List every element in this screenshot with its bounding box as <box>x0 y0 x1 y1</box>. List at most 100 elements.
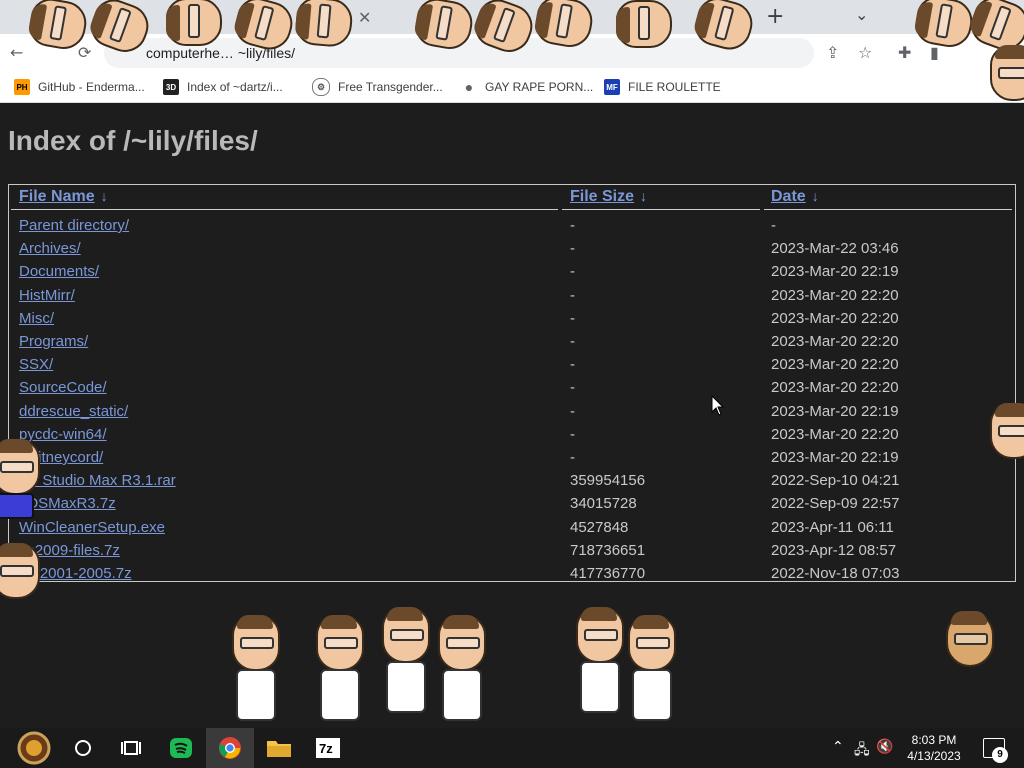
bookmark-star-icon[interactable]: ☆ <box>858 43 872 62</box>
bookmark-free-transgender[interactable]: ⚙ Free Transgender... <box>312 78 443 96</box>
file-name-header[interactable]: File Name ↓ <box>19 188 115 210</box>
bill-gates-head-icon <box>0 543 40 599</box>
table-row: Parent directory/ - - <box>9 214 1015 237</box>
header-divider <box>11 209 558 210</box>
bookmark-label: Free Transgender... <box>338 80 443 94</box>
file-name-link[interactable]: Parent directory/ <box>19 217 129 234</box>
file-listing-table: File Name ↓ File Size ↓ Date ↓ Parent direc… <box>8 184 1016 582</box>
date-header-label[interactable]: Date <box>771 188 806 205</box>
file-size: - <box>570 240 575 258</box>
spotify-taskbar-button[interactable] <box>157 728 205 768</box>
bookmark-github[interactable]: PH GitHub - Enderma... <box>14 78 145 96</box>
index-favicon-icon: 3D <box>163 79 179 95</box>
file-date: 2023-Mar-20 22:20 <box>771 333 899 350</box>
bookmark-file-roulette[interactable]: MF FILE ROULETTE <box>604 78 721 96</box>
file-name-link[interactable]: SSX/ <box>19 356 53 373</box>
bookmarks-bar: PH GitHub - Enderma... 3D Index of ~dart… <box>0 72 1024 103</box>
table-row: Archives/ - 2023-Mar-22 03:46 <box>9 237 1015 260</box>
file-name-link[interactable]: 3D Studio Max R3.1.rar <box>19 472 176 489</box>
file-size: - <box>570 333 575 350</box>
bookmark-gay-rape[interactable]: ● GAY RAPE PORN... <box>461 78 593 96</box>
bill-gates-head-icon <box>166 0 222 46</box>
extensions-icon[interactable]: ✚ <box>898 43 911 62</box>
hamster-icon <box>946 611 994 667</box>
file-date: 2023-Apr-11 06:11 <box>771 518 894 536</box>
table-row: xp2009-files.7z 718736651 2023-Apr-12 08:5… <box>9 539 1015 562</box>
side-panel-icon[interactable]: ▮ <box>930 43 939 62</box>
task-view-icon <box>121 741 141 755</box>
bill-gates-head-icon <box>616 0 672 48</box>
file-size: - <box>570 402 575 420</box>
file-size: - <box>570 286 575 304</box>
volume-muted-icon[interactable]: 🔇 <box>876 739 893 755</box>
file-date: 2023-Mar-20 22:20 <box>771 309 899 327</box>
table-row: 3DSMaxR3.7z 34015728 2022-Sep-09 22:57 <box>9 492 1015 515</box>
bookmark-index-dartz[interactable]: 3D Index of ~dartz/i... <box>163 78 283 96</box>
file-name-link[interactable]: Documents/ <box>19 263 99 280</box>
mediafire-favicon-icon: MF <box>604 79 620 95</box>
file-date: 2023-Mar-20 22:20 <box>771 425 899 443</box>
search-button[interactable] <box>59 728 107 768</box>
svg-text:7z: 7z <box>319 741 333 756</box>
table-row: 3D Studio Max R3.1.rar 359954156 2022-Sep-… <box>9 469 1015 492</box>
file-size: 34015728 <box>570 495 637 513</box>
file-name-link[interactable]: Archives/ <box>19 240 81 257</box>
file-name-link[interactable]: WinCleanerSetup.exe <box>19 519 165 536</box>
file-size-header-label[interactable]: File Size <box>570 188 634 205</box>
bill-gates-head-icon <box>990 403 1024 459</box>
clock[interactable]: 8:03 PM 4/13/2023 <box>902 732 966 764</box>
table-row: WinCleanerSetup.exe 4527848 2023-Apr-11 06… <box>9 516 1015 539</box>
file-size-header[interactable]: File Size ↓ <box>570 188 654 210</box>
table-row: SourceCode/ - 2023-Mar-20 22:20 <box>9 376 1015 399</box>
show-hidden-icons-icon[interactable]: ⌃ <box>832 739 844 755</box>
file-size: - <box>570 217 575 234</box>
new-tab-button[interactable]: + <box>766 4 784 29</box>
pornhub-favicon-icon: PH <box>14 79 30 95</box>
chrome-taskbar-button[interactable] <box>206 728 254 768</box>
task-view-button[interactable] <box>107 728 155 768</box>
start-button[interactable] <box>10 728 58 768</box>
file-size: - <box>570 379 575 397</box>
tab-close-icon[interactable]: ✕ <box>358 8 371 27</box>
sort-arrow-icon: ↓ <box>640 188 648 204</box>
file-date: 2022-Sep-10 04:21 <box>771 472 900 490</box>
back-icon[interactable]: ← <box>10 43 23 62</box>
table-row: Programs/ - 2023-Mar-20 22:20 <box>9 330 1015 353</box>
reload-icon[interactable]: ⟳ <box>78 43 91 62</box>
date-header[interactable]: Date ↓ <box>771 188 826 210</box>
7zip-taskbar-button[interactable]: 7z <box>304 728 352 768</box>
table-row: xp-2001-2005.7z 417736770 2022-Nov-18 07:0… <box>9 562 1015 585</box>
network-icon[interactable]: 🖧 <box>854 739 870 763</box>
file-size: 359954156 <box>570 472 646 490</box>
file-date: 2022-Sep-09 22:57 <box>771 495 900 513</box>
file-date: 2023-Apr-12 08:57 <box>771 541 897 559</box>
file-name-link[interactable]: pycdc-win64/ <box>19 426 107 443</box>
file-name-link[interactable]: SourceCode/ <box>19 379 107 396</box>
file-name-link[interactable]: Misc/ <box>19 310 54 327</box>
search-circle-icon <box>75 740 91 756</box>
sort-arrow-icon: ↓ <box>100 188 108 204</box>
file-explorer-taskbar-button[interactable] <box>255 728 303 768</box>
bill-gates-head-icon <box>628 615 676 671</box>
header-divider <box>562 209 760 210</box>
share-icon[interactable]: ⇪ <box>826 43 839 62</box>
bookmark-label: GitHub - Enderma... <box>38 80 145 94</box>
file-name-link[interactable]: Programs/ <box>19 333 88 350</box>
tab-search-icon[interactable]: ⌄ <box>855 5 868 24</box>
spotify-icon <box>170 738 192 758</box>
file-name-header-label[interactable]: File Name <box>19 188 95 205</box>
globe-favicon-icon: ● <box>461 79 477 95</box>
bill-gates-head-icon <box>990 45 1024 101</box>
file-name-link[interactable]: ddrescue_static/ <box>19 403 128 420</box>
file-name-link[interactable]: HistMirr/ <box>19 287 75 304</box>
bill-gates-body-icon <box>442 669 482 721</box>
bill-gates-head-icon <box>438 615 486 671</box>
mouse-cursor-icon <box>711 395 725 416</box>
header-divider <box>764 209 1012 210</box>
notification-count-badge: 9 <box>992 747 1008 763</box>
table-row: SSX/ - 2023-Mar-20 22:20 <box>9 353 1015 376</box>
file-date: 2023-Mar-20 22:20 <box>771 286 899 304</box>
clock-date: 4/13/2023 <box>907 749 961 763</box>
file-size: 718736651 <box>570 541 646 559</box>
taskbar: 7z ⌃ 🖧 🔇 8:03 PM 4/13/2023 9 <box>0 728 1024 768</box>
